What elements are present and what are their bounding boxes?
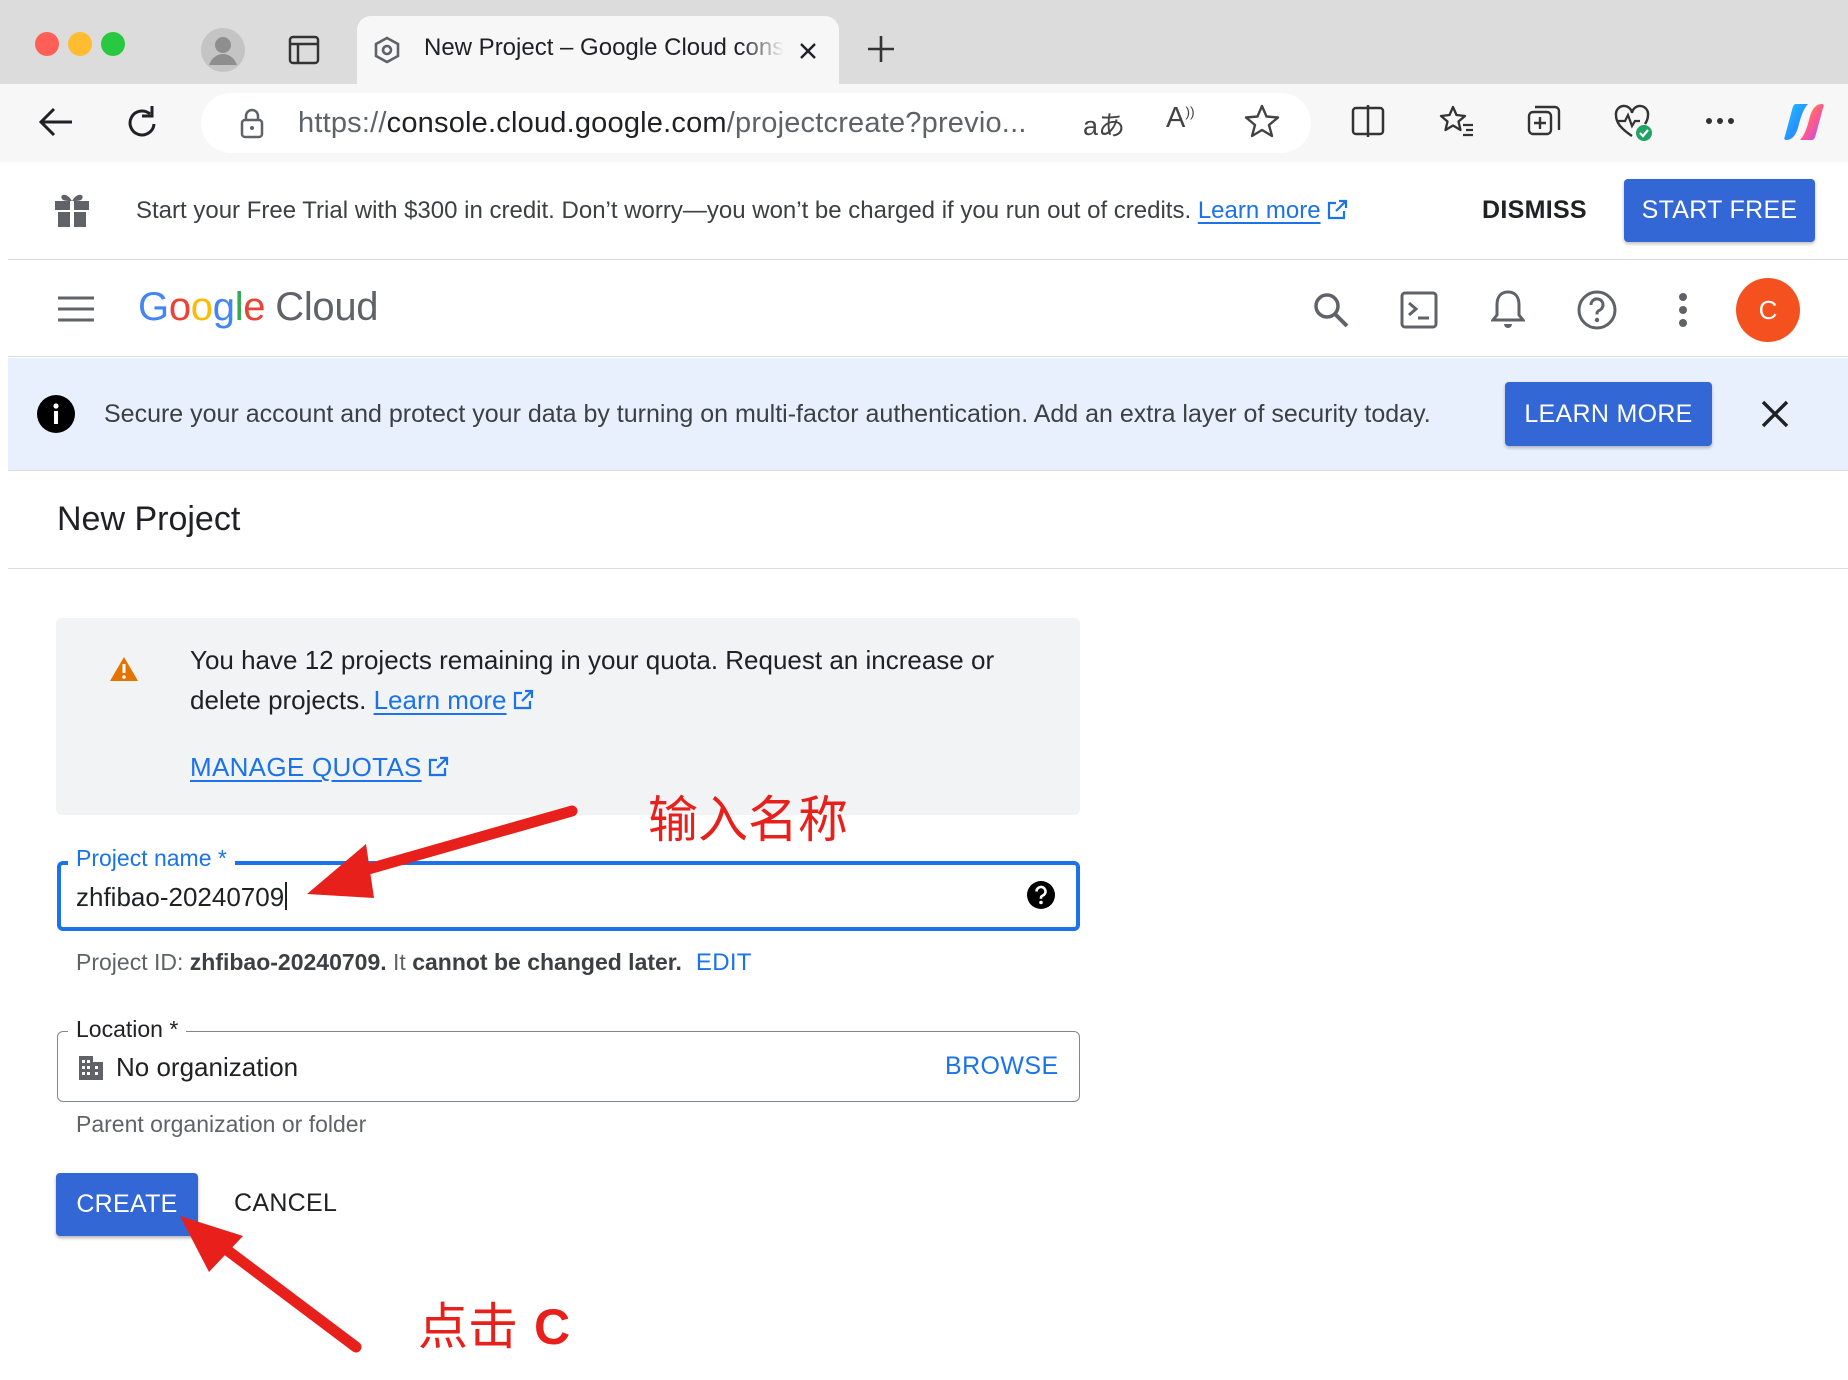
annotation-click-text: 点击: [418, 1299, 518, 1355]
logo-letter: o: [190, 285, 213, 329]
logo-suffix: Cloud: [275, 285, 379, 329]
project-name-value: zhfibao-20240709: [76, 882, 285, 912]
new-tab-icon[interactable]: [866, 34, 896, 64]
warning-icon: [109, 656, 139, 682]
help-icon[interactable]: [1026, 880, 1056, 910]
tab-title: New Project – Google Cloud console: [424, 34, 784, 61]
page-title: New Project: [57, 500, 241, 538]
location-hint: Parent organization or folder: [76, 1111, 367, 1137]
free-trial-message: Start your Free Trial with $300 in credi…: [136, 197, 1192, 224]
organization-icon: [77, 1054, 105, 1082]
quota-message: You have 12 projects remaining in your q…: [190, 645, 995, 715]
close-icon[interactable]: [1761, 400, 1789, 428]
project-name-input[interactable]: zhfibao-20240709: [76, 882, 288, 913]
help-icon[interactable]: [1576, 289, 1618, 331]
copilot-icon[interactable]: [1782, 100, 1826, 144]
logo-letter: g: [212, 285, 235, 329]
tab-strip: [0, 0, 1848, 84]
annotation-click: 点击 C: [418, 1287, 570, 1359]
start-free-button[interactable]: START FREE: [1624, 179, 1815, 242]
external-link-icon: [1326, 199, 1348, 221]
gift-icon: [53, 190, 91, 228]
external-link-icon: [427, 756, 449, 778]
more-options-icon[interactable]: [1678, 292, 1688, 328]
logo-letter: l: [234, 285, 244, 329]
notifications-icon[interactable]: [1491, 288, 1525, 330]
manage-quotas-link[interactable]: MANAGE QUOTAS: [190, 752, 449, 783]
logo-letter: G: [138, 285, 169, 329]
edit-project-id-button[interactable]: EDIT: [696, 949, 752, 976]
google-cloud-logo[interactable]: Google Cloud: [138, 285, 379, 330]
url-path: /projectcreate?previo...: [726, 107, 1027, 139]
project-id-prefix: Project ID:: [76, 949, 184, 975]
quota-text: You have 12 projects remaining in your q…: [190, 640, 1050, 720]
favorite-star-icon[interactable]: [1244, 104, 1280, 138]
reload-icon[interactable]: [126, 104, 160, 140]
back-icon[interactable]: [38, 106, 74, 138]
avatar[interactable]: C: [1736, 278, 1800, 342]
hamburger-menu-icon[interactable]: [57, 296, 95, 322]
favorites-icon[interactable]: [1439, 104, 1475, 138]
url-text[interactable]: https://console.cloud.google.com/project…: [298, 107, 1043, 140]
quota-learn-more-link[interactable]: Learn more: [374, 685, 507, 715]
dismiss-button[interactable]: DISMISS: [1482, 196, 1587, 225]
annotation-enter-name: 输入名称: [648, 792, 848, 848]
browse-button[interactable]: BROWSE: [945, 1052, 1059, 1081]
project-id-value: zhfibao-20240709.: [189, 949, 387, 975]
annotation-click-target: C: [534, 1299, 571, 1355]
tab-favicon-icon: [372, 35, 402, 65]
search-icon[interactable]: [1312, 291, 1350, 329]
text-caret: [285, 882, 288, 910]
tab-actions-icon[interactable]: [288, 35, 320, 65]
tab-close-icon[interactable]: [797, 40, 819, 62]
profile-icon[interactable]: [200, 27, 246, 73]
lock-icon[interactable]: [239, 107, 265, 139]
project-id-it: It: [393, 949, 406, 975]
create-button[interactable]: CREATE: [56, 1173, 198, 1236]
project-id-note: cannot be changed later.: [412, 949, 682, 975]
learn-more-button[interactable]: LEARN MORE: [1505, 382, 1712, 446]
location-label: Location *: [68, 1016, 187, 1043]
project-id-line: Project ID: zhfibao-20240709. It cannot …: [76, 949, 752, 977]
free-trial-text: Start your Free Trial with $300 in credi…: [136, 197, 1348, 225]
more-menu-icon[interactable]: [1705, 117, 1735, 125]
collections-icon[interactable]: [1527, 104, 1563, 140]
location-value: No organization: [116, 1052, 299, 1082]
window-zoom-button[interactable]: [101, 32, 125, 56]
logo-letter: e: [243, 285, 266, 329]
security-banner-text: Secure your account and protect your dat…: [104, 400, 1431, 428]
split-screen-icon[interactable]: [1351, 105, 1385, 137]
divider: [8, 568, 1848, 569]
browser-essentials-icon[interactable]: [1614, 104, 1654, 142]
free-trial-learn-more-link[interactable]: Learn more: [1198, 197, 1321, 224]
logo-letter: o: [168, 285, 191, 329]
url-scheme: https://: [298, 107, 387, 139]
external-link-icon: [512, 689, 534, 711]
arrow-to-create-button: [180, 1216, 362, 1353]
cancel-button[interactable]: CANCEL: [234, 1189, 337, 1218]
window-minimize-button[interactable]: [68, 32, 92, 56]
url-host: console.cloud.google.com: [386, 107, 727, 139]
manage-quotas-label: MANAGE QUOTAS: [190, 752, 422, 782]
window-close-button[interactable]: [35, 32, 59, 56]
read-aloud-icon[interactable]: A)): [1166, 102, 1195, 135]
translate-icon[interactable]: aあ: [1083, 104, 1125, 143]
info-icon: [36, 394, 76, 434]
cloud-shell-icon[interactable]: [1400, 291, 1438, 329]
project-name-label: Project name *: [68, 845, 235, 872]
